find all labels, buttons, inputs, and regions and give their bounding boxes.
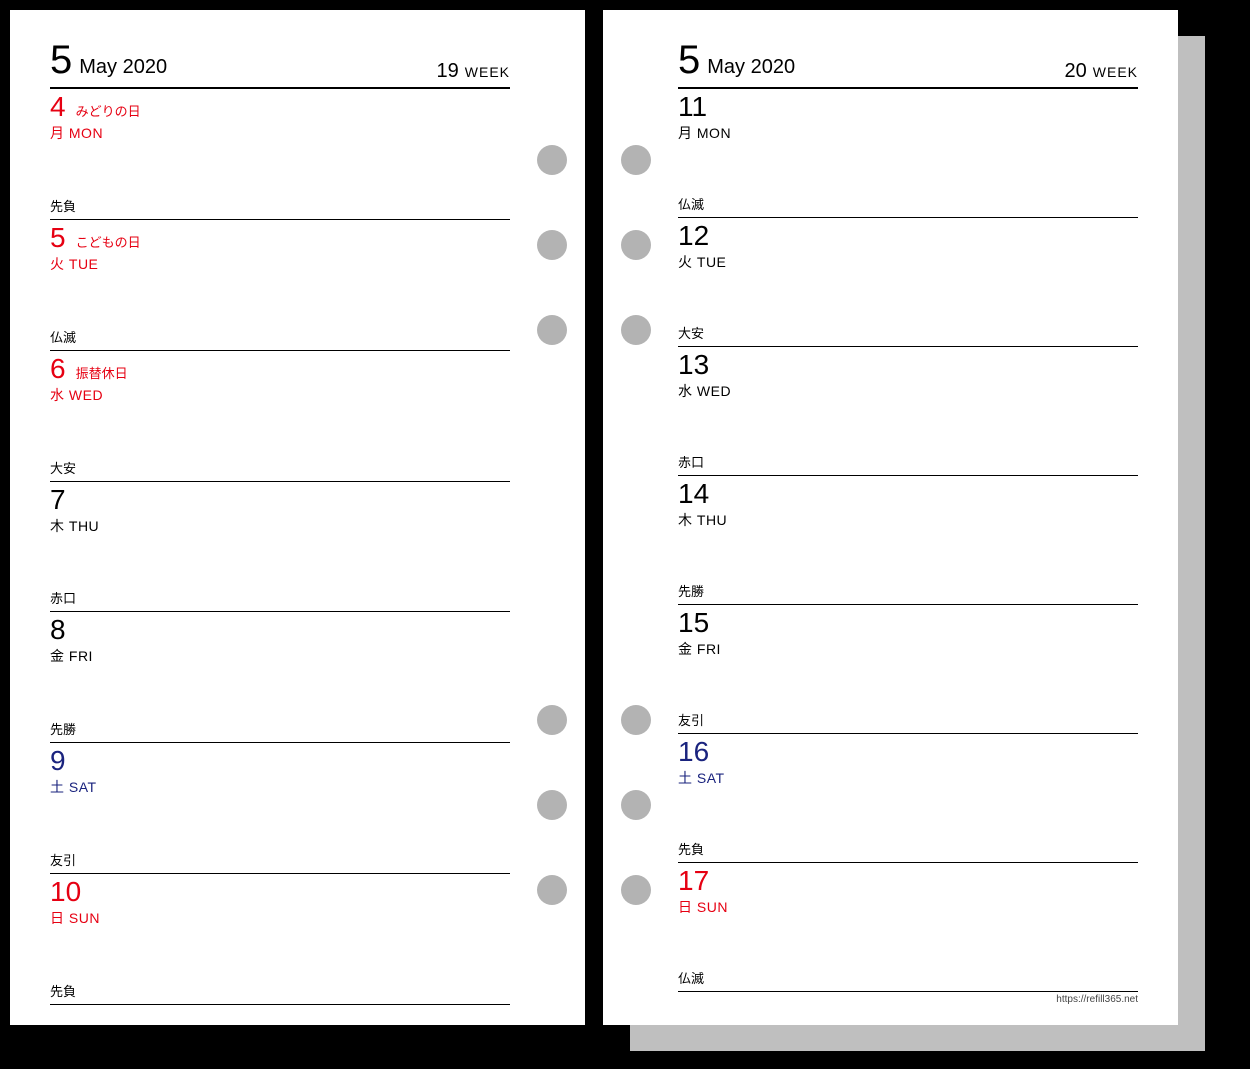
binder-hole-icon xyxy=(537,145,567,175)
days-container-left: 4みどりの日月 MON先負5こどもの日火 TUE仏滅6振替休日水 WED大安7木… xyxy=(50,89,510,1005)
rokuyo-label: 先負 xyxy=(50,196,510,219)
rokuyo-label: 友引 xyxy=(50,850,510,873)
day-of-week: 月 MON xyxy=(50,123,510,143)
month-number: 5 xyxy=(678,38,699,83)
day-row: 8金 FRI 先勝 xyxy=(50,612,510,743)
day-number: 17 xyxy=(678,867,709,895)
rokuyo-label: 大安 xyxy=(678,323,1138,346)
rokuyo-label: 先勝 xyxy=(678,581,1138,604)
day-row: 15金 FRI 友引 xyxy=(678,605,1138,734)
day-number: 8 xyxy=(50,616,66,644)
binder-hole-icon xyxy=(621,145,651,175)
week-number: 19 xyxy=(437,60,459,83)
day-row: 12火 TUE 大安 xyxy=(678,218,1138,347)
page-header: 5 May 2020 20 WEEK xyxy=(678,38,1138,89)
day-number: 5 xyxy=(50,224,66,252)
binder-hole-icon xyxy=(621,230,651,260)
day-of-week: 土 SAT xyxy=(678,768,1138,788)
day-of-week: 月 MON xyxy=(678,123,1138,143)
footer-url: https://refill365.net xyxy=(678,992,1138,1005)
page-right: 5 May 2020 20 WEEK 11月 MON仏滅12火 TUE大安13水… xyxy=(603,10,1178,1025)
week-number: 20 xyxy=(1065,60,1087,83)
day-of-week: 金 FRI xyxy=(678,639,1138,659)
holiday-name: みどりの日 xyxy=(76,101,141,120)
binder-hole-icon xyxy=(537,230,567,260)
week-label: WEEK xyxy=(1093,64,1138,80)
day-row: 10日 SUN 先負 xyxy=(50,874,510,1005)
day-row: 5 こどもの日火 TUE 仏滅 xyxy=(50,220,510,351)
week-label: WEEK xyxy=(465,64,510,80)
day-number: 14 xyxy=(678,480,709,508)
holiday-name: こどもの日 xyxy=(76,232,141,251)
day-number: 12 xyxy=(678,222,709,250)
day-of-week: 木 THU xyxy=(50,516,510,536)
month-text: May 2020 xyxy=(707,56,795,79)
holiday-name: 振替休日 xyxy=(76,363,128,382)
day-number: 11 xyxy=(678,93,707,121)
binder-hole-icon xyxy=(621,705,651,735)
page-left: 5 May 2020 19 WEEK 4 みどりの日月 MON 先負 5 こどもの日火 … xyxy=(10,10,585,1025)
day-row: 7木 THU 赤口 xyxy=(50,482,510,613)
binder-hole-icon xyxy=(621,790,651,820)
day-of-week: 水 WED xyxy=(678,381,1138,401)
binder-hole-icon xyxy=(537,790,567,820)
rokuyo-label: 赤口 xyxy=(50,588,510,611)
day-of-week: 火 TUE xyxy=(678,252,1138,272)
rokuyo-label: 大安 xyxy=(50,458,510,481)
day-number: 15 xyxy=(678,609,709,637)
day-of-week: 金 FRI xyxy=(50,646,510,666)
day-of-week: 土 SAT xyxy=(50,777,510,797)
day-of-week: 火 TUE xyxy=(50,254,510,274)
day-number: 16 xyxy=(678,738,709,766)
day-row: 14木 THU 先勝 xyxy=(678,476,1138,605)
day-row: 11月 MON 仏滅 xyxy=(678,89,1138,218)
day-of-week: 日 SUN xyxy=(678,897,1138,917)
day-of-week: 水 WED xyxy=(50,385,510,405)
day-of-week: 木 THU xyxy=(678,510,1138,530)
rokuyo-label: 仏滅 xyxy=(678,968,1138,991)
day-number: 13 xyxy=(678,351,709,379)
binder-holes-right xyxy=(621,10,651,1025)
binder-hole-icon xyxy=(621,875,651,905)
day-row: 6 振替休日水 WED 大安 xyxy=(50,351,510,482)
day-of-week: 日 SUN xyxy=(50,908,510,928)
day-number: 10 xyxy=(50,878,81,906)
page-header: 5 May 2020 19 WEEK xyxy=(50,38,510,89)
rokuyo-label: 赤口 xyxy=(678,452,1138,475)
binder-hole-icon xyxy=(537,315,567,345)
binder-hole-icon xyxy=(537,705,567,735)
day-number: 4 xyxy=(50,93,66,121)
rokuyo-label: 先負 xyxy=(50,981,510,1004)
binder-hole-icon xyxy=(537,875,567,905)
day-number: 9 xyxy=(50,747,66,775)
day-row: 13水 WED 赤口 xyxy=(678,347,1138,476)
day-row: 4 みどりの日月 MON 先負 xyxy=(50,89,510,220)
binder-hole-icon xyxy=(621,315,651,345)
binder-holes-left xyxy=(537,10,567,1025)
rokuyo-label: 先負 xyxy=(678,839,1138,862)
rokuyo-label: 友引 xyxy=(678,710,1138,733)
rokuyo-label: 先勝 xyxy=(50,719,510,742)
rokuyo-label: 仏滅 xyxy=(50,327,510,350)
day-row: 16土 SAT 先負 xyxy=(678,734,1138,863)
day-row: 9土 SAT 友引 xyxy=(50,743,510,874)
planner-spread: 5 May 2020 19 WEEK 4 みどりの日月 MON 先負 5 こどもの日火 … xyxy=(0,0,1178,1025)
day-number: 7 xyxy=(50,486,66,514)
day-row: 17日 SUN 仏滅 xyxy=(678,863,1138,992)
month-text: May 2020 xyxy=(79,56,167,79)
day-number: 6 xyxy=(50,355,66,383)
rokuyo-label: 仏滅 xyxy=(678,194,1138,217)
days-container-right: 11月 MON仏滅12火 TUE大安13水 WED赤口14木 THU先勝15金 … xyxy=(678,89,1138,992)
month-number: 5 xyxy=(50,38,71,83)
